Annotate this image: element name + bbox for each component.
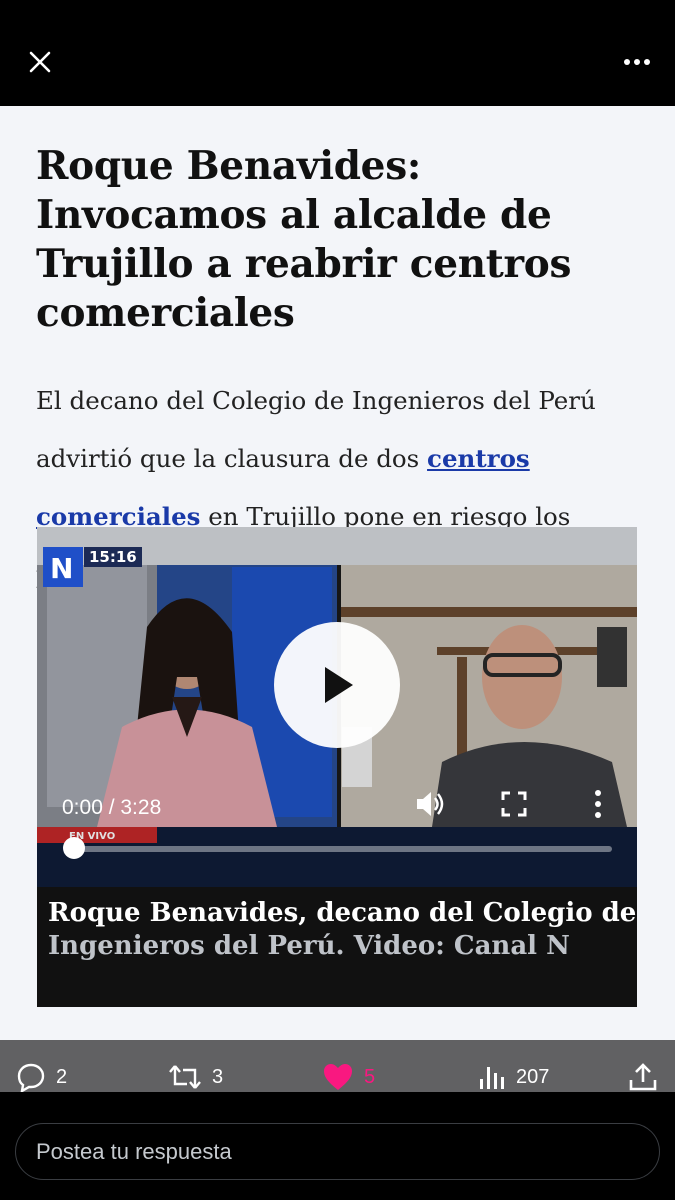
broadcast-clock: 15:16 xyxy=(84,547,142,567)
fullscreen-button[interactable] xyxy=(500,790,528,818)
video-progress-thumb[interactable] xyxy=(63,837,85,859)
close-button[interactable] xyxy=(22,44,58,80)
top-bar xyxy=(0,0,675,106)
reply-action[interactable]: 2 xyxy=(16,1060,67,1094)
more-horizontal-icon xyxy=(624,59,650,65)
svg-text:N: N xyxy=(50,552,73,585)
video-progress-bar[interactable] xyxy=(72,846,612,852)
like-action[interactable]: 5 xyxy=(322,1060,375,1094)
views-count: 207 xyxy=(516,1065,550,1088)
video-more-button[interactable] xyxy=(588,788,608,820)
video-time: 0:00 / 3:28 xyxy=(62,796,162,819)
play-icon xyxy=(325,667,353,703)
more-vertical-icon xyxy=(595,790,601,818)
reply-input[interactable] xyxy=(15,1123,660,1180)
reply-icon xyxy=(17,1063,45,1092)
repost-icon xyxy=(169,1065,201,1089)
play-button[interactable] xyxy=(274,622,400,748)
close-icon xyxy=(29,51,51,73)
reply-count: 2 xyxy=(56,1065,68,1088)
caption-line-1: Roque Benavides, decano del Colegio de xyxy=(48,898,637,928)
fullscreen-icon xyxy=(501,791,527,817)
more-options-button[interactable] xyxy=(617,44,657,80)
views-action[interactable]: 207 xyxy=(478,1060,549,1094)
volume-button[interactable] xyxy=(414,788,446,820)
like-count: 5 xyxy=(364,1065,376,1088)
caption-line-2: Ingenieros del Perú. Video: Canal N xyxy=(48,931,570,961)
share-icon xyxy=(629,1063,657,1091)
heart-icon xyxy=(324,1064,352,1090)
views-icon xyxy=(480,1067,504,1089)
volume-icon xyxy=(417,792,444,816)
share-action[interactable] xyxy=(628,1060,658,1094)
repost-action[interactable]: 3 xyxy=(168,1060,223,1094)
repost-count: 3 xyxy=(212,1065,224,1088)
article-headline: Roque Benavides: Invocamos al alcalde de… xyxy=(36,143,572,336)
video-caption: Roque Benavides, decano del Colegio de In… xyxy=(48,897,638,963)
